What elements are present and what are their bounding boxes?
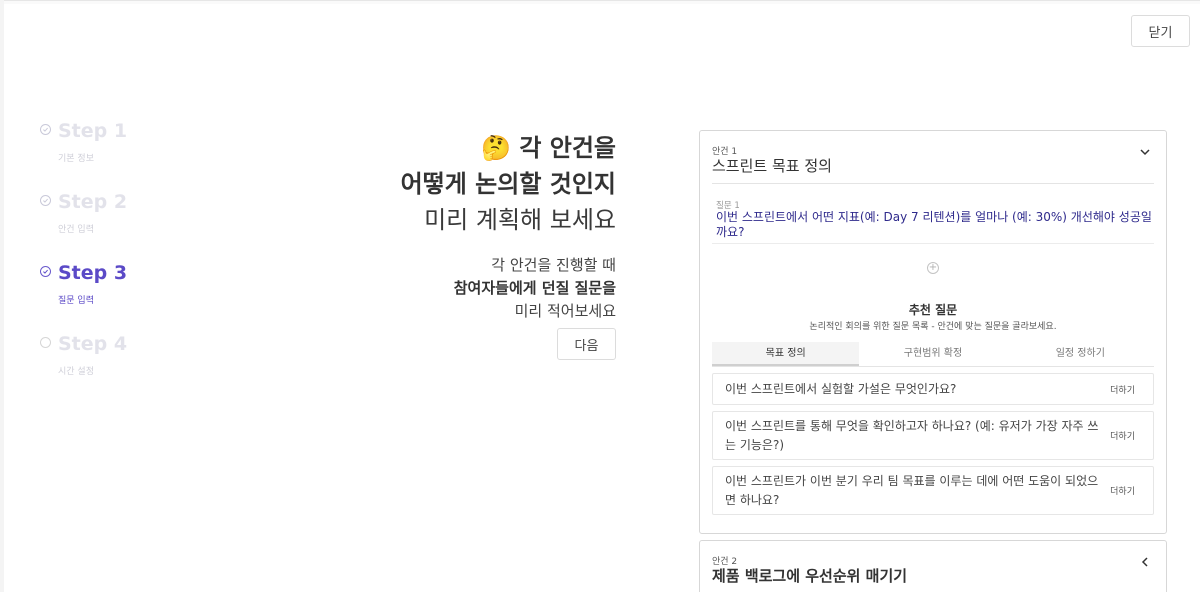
step-subtitle: 시간 설정	[58, 367, 94, 377]
recommend-tabs: 목표 정의 구현범위 확정 일정 정하기	[712, 342, 1154, 367]
add-button[interactable]: 더하기	[1110, 412, 1135, 459]
step-title: Step 1	[58, 120, 128, 142]
check-circle-icon	[40, 195, 51, 206]
step-subtitle: 안건 입력	[58, 225, 94, 235]
tab-scope[interactable]: 구현범위 확정	[859, 342, 1006, 366]
recommend-item: 이번 스프린트가 이번 분기 우리 팀 목표를 이루는 데에 어떤 도움이 되었…	[712, 466, 1154, 515]
intro-section: 🤔 각 안건을 어떻게 논의할 것인지 미리 계획해 보세요 각 안건을 진행할…	[401, 130, 616, 323]
recommend-item-text: 이번 스프린트가 이번 분기 우리 팀 목표를 이루는 데에 어떤 도움이 되었…	[725, 473, 1099, 507]
recommend-item: 이번 스프린트를 통해 무엇을 확인하고자 하나요? (예: 유저가 가장 자주…	[712, 411, 1154, 460]
agenda-panel-1: 안건 1 스프린트 목표 정의 질문 1 이번 스프린트에서 어떤 지표(예: …	[699, 130, 1167, 534]
intro-heading-line-2: 어떻게 논의할 것인지	[400, 170, 616, 198]
recommend-item: 이번 스프린트에서 실험할 가설은 무엇인가요? 더하기	[712, 373, 1154, 405]
question-input[interactable]: 이번 스프린트에서 어떤 지표(예: Day 7 리텐션)를 얼마나 (예: 3…	[716, 210, 1156, 240]
step-title: Step 4	[58, 333, 128, 355]
question-underline	[712, 243, 1154, 244]
empty-circle-icon	[40, 337, 51, 348]
intro-desc-line-1: 각 안건을 진행할 때	[491, 256, 616, 274]
intro-heading-line-1: 🤔 각 안건을	[481, 134, 616, 162]
thinking-face-icon: 🤔	[481, 134, 511, 162]
check-circle-icon	[40, 124, 51, 135]
recommend-item-text: 이번 스프린트에서 실험할 가설은 무엇인가요?	[725, 381, 957, 396]
close-button[interactable]: 닫기	[1131, 15, 1190, 47]
plus-circle-icon[interactable]: +	[927, 262, 939, 274]
add-button[interactable]: 더하기	[1110, 374, 1135, 404]
step-subtitle: 질문 입력	[58, 296, 94, 306]
next-button[interactable]: 다음	[557, 328, 616, 360]
chevron-left-icon[interactable]	[1138, 555, 1152, 569]
step-title: Step 2	[58, 191, 128, 213]
check-circle-icon	[40, 266, 51, 277]
tab-goal-definition[interactable]: 목표 정의	[712, 342, 860, 366]
tab-schedule[interactable]: 일정 정하기	[1007, 342, 1154, 366]
recommend-title: 추천 질문	[908, 303, 958, 317]
chevron-down-icon[interactable]	[1138, 145, 1152, 159]
add-button[interactable]: 더하기	[1110, 467, 1135, 514]
agenda-panel-2[interactable]: 안건 2 제품 백로그에 우선순위 매기기	[699, 540, 1167, 592]
intro-desc-line-2: 참여자들에게 던질 질문을	[453, 279, 616, 297]
divider	[712, 183, 1154, 184]
step-title: Step 3	[58, 262, 128, 284]
top-border	[0, 0, 1200, 4]
step-subtitle: 기본 정보	[58, 154, 94, 164]
agenda-title: 제품 백로그에 우선순위 매기기	[712, 567, 908, 585]
recommend-subtitle: 논리적인 회의를 위한 질문 목록 - 안건에 맞는 질문을 골라보세요.	[809, 322, 1057, 332]
intro-heading-line-3: 미리 계획해 보세요	[424, 206, 616, 234]
intro-desc-line-3: 미리 적어보세요	[514, 302, 616, 320]
left-border	[0, 0, 4, 592]
agenda-title: 스프린트 목표 정의	[712, 157, 832, 175]
recommend-item-text: 이번 스프린트를 통해 무엇을 확인하고자 하나요? (예: 유저가 가장 자주…	[725, 418, 1099, 452]
